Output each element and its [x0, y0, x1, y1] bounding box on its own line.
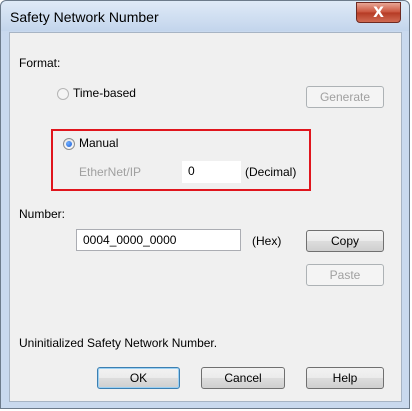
- close-button[interactable]: X: [356, 2, 401, 23]
- manual-label: Manual: [79, 136, 119, 150]
- close-icon: X: [373, 4, 384, 21]
- time-based-radio[interactable]: [57, 88, 69, 100]
- cancel-button[interactable]: Cancel: [201, 367, 285, 389]
- title-bar[interactable]: Safety Network Number X: [1, 1, 409, 31]
- number-label: Number:: [19, 207, 66, 221]
- help-button[interactable]: Help: [306, 367, 384, 389]
- copy-button[interactable]: Copy: [306, 230, 384, 252]
- hex-unit-label: (Hex): [252, 234, 282, 248]
- status-message: Uninitialized Safety Network Number.: [19, 336, 218, 350]
- dialog-window: Safety Network Number X Format: Time-bas…: [0, 0, 410, 409]
- window-title: Safety Network Number: [10, 9, 159, 25]
- paste-button[interactable]: Paste: [306, 264, 384, 286]
- decimal-unit-label: (Decimal): [245, 165, 297, 179]
- dialog-body: Format: Time-based Generate Manual Ether…: [9, 32, 402, 402]
- time-based-label: Time-based: [73, 86, 136, 100]
- manual-radio[interactable]: [63, 138, 75, 150]
- number-input[interactable]: 0004_0000_0000: [76, 229, 241, 251]
- format-label: Format:: [19, 56, 61, 70]
- ethernet-ip-label: EtherNet/IP: [79, 165, 142, 179]
- generate-button[interactable]: Generate: [306, 86, 384, 108]
- radio-selected-dot: [66, 141, 72, 147]
- decimal-input[interactable]: 0: [182, 161, 241, 183]
- ok-button[interactable]: OK: [97, 367, 180, 389]
